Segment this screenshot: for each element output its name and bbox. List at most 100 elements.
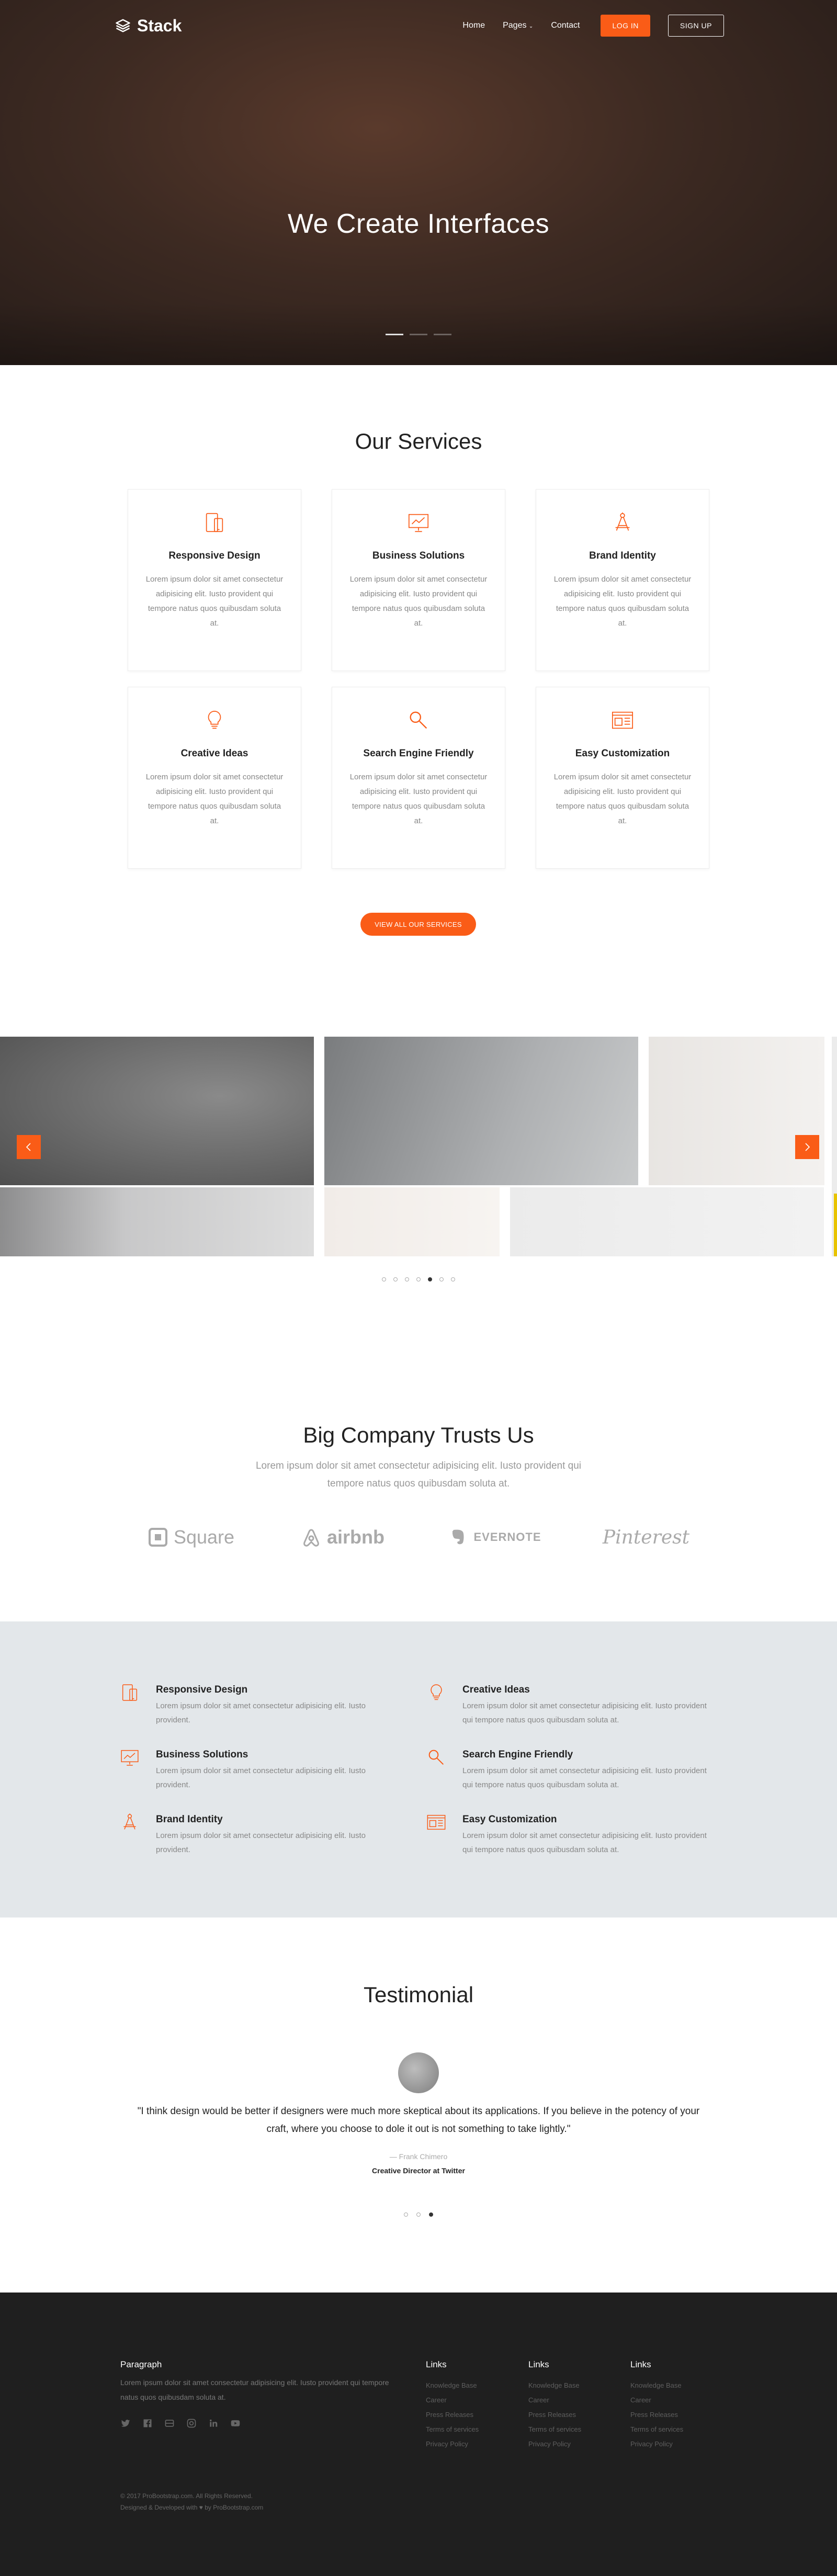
service-card: Business Solutions Lorem ipsum dolor sit… — [332, 489, 505, 671]
feature-text: Lorem ipsum dolor sit amet consectetur a… — [462, 1701, 707, 1724]
services-grid: Responsive Design Lorem ipsum dolor sit … — [128, 489, 709, 869]
slider-dot[interactable] — [386, 334, 403, 335]
menu-item-pages[interactable]: Pages ⌄ — [503, 21, 533, 30]
service-title: Responsive Design — [168, 550, 261, 561]
brand-name: EVERNOTE — [473, 1530, 541, 1544]
lightbulb-icon — [431, 1684, 442, 1700]
youtube-icon[interactable] — [230, 2418, 241, 2429]
testimonial-dot[interactable] — [416, 2212, 421, 2217]
footer-link[interactable]: Privacy Policy — [630, 2437, 709, 2452]
footer-link[interactable]: Terms of services — [630, 2422, 709, 2437]
feature-item: Brand Identity Lorem ipsum dolor sit amet… — [119, 1812, 402, 1857]
feature-title: Search Engine Friendly — [462, 1749, 573, 1760]
footer-about-title: Paragraph — [120, 2359, 162, 2369]
slider-dot[interactable] — [434, 334, 451, 335]
linkedin-icon[interactable] — [208, 2418, 219, 2429]
footer-link[interactable]: Terms of services — [426, 2422, 504, 2437]
footer-link[interactable]: Press Releases — [630, 2408, 709, 2422]
gallery-image[interactable] — [510, 1187, 824, 1256]
footer-link[interactable]: Privacy Policy — [426, 2437, 504, 2452]
presentation-chart-icon — [121, 1750, 139, 1766]
footer-link[interactable]: Knowledge Base — [630, 2378, 709, 2393]
image-gallery — [0, 1037, 837, 1256]
instagram-icon[interactable] — [186, 2418, 197, 2429]
menu-item-home[interactable]: Home — [462, 21, 485, 30]
services-section: Our Services Responsive Design Lorem ips… — [0, 429, 837, 936]
trust-title: Big Company Trusts Us — [303, 1423, 534, 1447]
signup-button[interactable]: SIGN UP — [668, 15, 724, 37]
facebook-icon[interactable] — [142, 2418, 153, 2429]
brand-logo-square: Square — [115, 1526, 267, 1548]
dribbble-icon[interactable] — [164, 2418, 175, 2429]
footer-link[interactable]: Press Releases — [528, 2408, 607, 2422]
gallery-dot[interactable] — [382, 1277, 386, 1281]
gallery-image[interactable] — [0, 1187, 314, 1256]
gallery-image[interactable] — [324, 1187, 500, 1256]
browser-window-icon — [612, 711, 634, 729]
footer-link[interactable]: Career — [528, 2393, 607, 2408]
service-title: Easy Customization — [575, 748, 670, 759]
footer-link[interactable]: Press Releases — [426, 2408, 504, 2422]
gallery-dot[interactable] — [416, 1277, 421, 1281]
footer-link[interactable]: Knowledge Base — [528, 2378, 607, 2393]
layers-icon — [116, 19, 130, 32]
hero-section: Stack Home Pages ⌄ Contact LOG IN SIGN U… — [0, 0, 837, 365]
footer-link[interactable]: Career — [630, 2393, 709, 2408]
testimonial-dot[interactable] — [429, 2212, 433, 2217]
chevron-down-icon: ⌄ — [528, 24, 534, 29]
feature-title: Business Solutions — [156, 1749, 248, 1760]
menu-item-pages-label: Pages — [503, 21, 527, 30]
service-text: Lorem ipsum dolor sit amet consectetur a… — [553, 773, 692, 825]
testimonial-dot[interactable] — [404, 2212, 408, 2217]
gallery-image[interactable] — [649, 1037, 824, 1185]
tablet-icon — [122, 1684, 138, 1701]
service-title: Creative Ideas — [180, 748, 248, 759]
brand-name: Square — [173, 1526, 235, 1548]
footer-column-title: Links — [426, 2359, 447, 2369]
gallery-prev-button[interactable] — [17, 1135, 41, 1159]
copyright: © 2017 ProBootstrap.com. All Rights Rese… — [120, 2490, 263, 2513]
trust-section: Big Company Trusts Us Lorem ipsum dolor … — [0, 1423, 837, 1493]
footer-about: Paragraph Lorem ipsum dolor sit amet con… — [120, 2359, 392, 2429]
footer-link[interactable]: Career — [426, 2393, 504, 2408]
magnifier-icon — [410, 711, 427, 729]
service-card: Creative Ideas Lorem ipsum dolor sit ame… — [128, 687, 301, 869]
avatar — [398, 2052, 439, 2093]
gallery-dot[interactable] — [405, 1277, 409, 1281]
feature-text: Lorem ipsum dolor sit amet consectetur a… — [156, 1831, 366, 1854]
gallery-image[interactable] — [834, 1194, 837, 1256]
footer-links-column: Links Knowledge Base Career Press Releas… — [528, 2359, 607, 2452]
service-title: Search Engine Friendly — [363, 748, 474, 759]
footer-link[interactable]: Privacy Policy — [528, 2437, 607, 2452]
service-text: Lorem ipsum dolor sit amet consectetur a… — [145, 575, 284, 628]
gallery-dot[interactable] — [428, 1277, 432, 1281]
presentation-chart-icon — [408, 514, 429, 532]
feature-item: Creative Ideas Lorem ipsum dolor sit amet… — [426, 1682, 708, 1727]
gallery-image[interactable] — [0, 1037, 314, 1185]
slider-dot[interactable] — [410, 334, 427, 335]
gallery-next-button[interactable] — [795, 1135, 819, 1159]
browser-window-icon — [427, 1814, 446, 1830]
service-text: Lorem ipsum dolor sit amet consectetur a… — [349, 773, 488, 825]
gallery-image[interactable] — [324, 1037, 638, 1185]
magnifier-icon — [428, 1750, 444, 1765]
service-title: Brand Identity — [589, 550, 656, 561]
main-menu: Home Pages ⌄ Contact LOG IN SIGN UP — [462, 15, 724, 37]
gallery-dot[interactable] — [451, 1277, 455, 1281]
logo[interactable]: Stack — [115, 16, 182, 36]
brand-logo-airbnb: airbnb — [267, 1526, 418, 1548]
menu-item-contact[interactable]: Contact — [551, 21, 580, 30]
twitter-icon[interactable] — [120, 2418, 131, 2429]
login-button[interactable]: LOG IN — [601, 15, 650, 37]
square-logo-icon — [148, 1528, 167, 1547]
copyright-text: © 2017 ProBootstrap.com. All Rights Rese… — [120, 2492, 253, 2500]
compass-icon — [123, 1813, 136, 1830]
gallery-dot[interactable] — [393, 1277, 398, 1281]
service-text: Lorem ipsum dolor sit amet consectetur a… — [553, 575, 692, 628]
footer-link[interactable]: Knowledge Base — [426, 2378, 504, 2393]
hero-slider-dots — [0, 334, 837, 335]
gallery-dot[interactable] — [439, 1277, 444, 1281]
footer-link[interactable]: Terms of services — [528, 2422, 607, 2437]
feature-item: Easy Customization Lorem ipsum dolor sit … — [426, 1812, 708, 1857]
view-all-services-button[interactable]: VIEW ALL OUR SERVICES — [360, 913, 476, 936]
